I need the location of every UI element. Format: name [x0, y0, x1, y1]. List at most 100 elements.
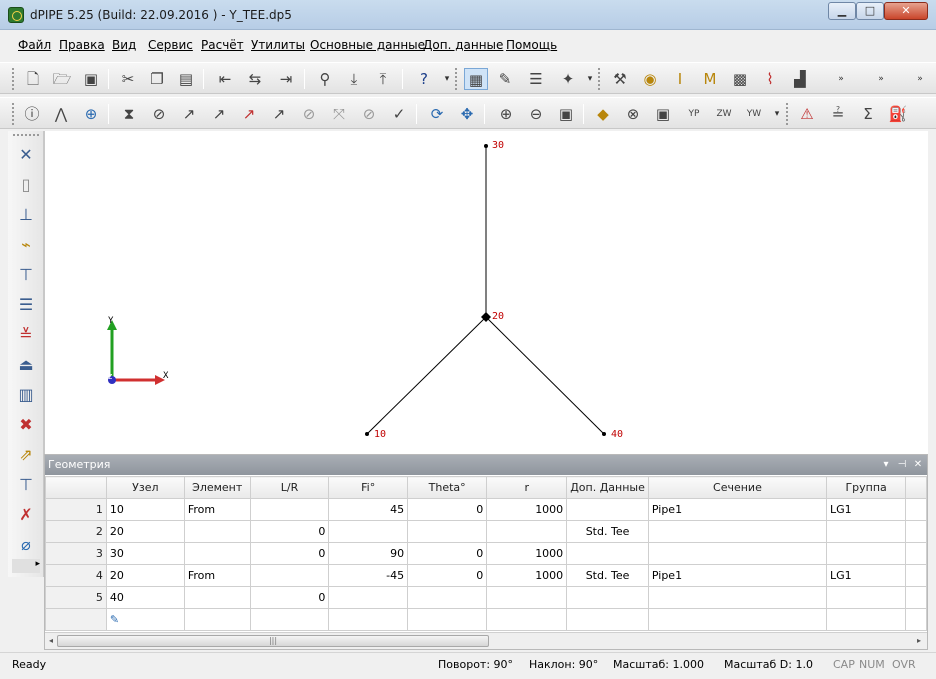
col-header-section[interactable]: Сечение [647, 476, 828, 499]
curve-icon[interactable]: ⌇ [758, 68, 782, 90]
cell-fi[interactable]: 45 [328, 498, 409, 521]
indent-mid-icon[interactable]: ⇆ [243, 68, 267, 90]
nozzle-icon[interactable]: ⏏ [14, 353, 38, 377]
help-icon[interactable]: ? [412, 68, 436, 90]
open-file-icon[interactable]: 🗁 [50, 68, 74, 90]
menu-edit[interactable]: Правка [59, 38, 105, 52]
pencil-diag-icon[interactable]: ⊘ [147, 103, 171, 125]
cell-lr[interactable] [249, 564, 330, 587]
menu-view[interactable]: Вид [112, 38, 136, 52]
cell-group[interactable]: LG1 [825, 498, 907, 521]
cell-group[interactable] [825, 542, 907, 565]
dataset-icon[interactable]: ▩ [728, 68, 752, 90]
cell-section[interactable] [647, 586, 828, 609]
menu-calc[interactable]: Расчёт [201, 38, 244, 52]
cell-node[interactable]: 20 [105, 520, 185, 543]
diamond-icon[interactable]: ◆ [591, 103, 615, 125]
node-icon[interactable]: ⧗ [117, 103, 141, 125]
panel-pin-icon[interactable]: ⊣ [895, 458, 909, 472]
paste-icon[interactable]: ▤ [174, 68, 198, 90]
find-icon[interactable]: ⚲ [313, 68, 337, 90]
cross-icon[interactable]: ✕ [14, 143, 38, 167]
menu-main-data[interactable]: Основные данные [310, 38, 425, 52]
cell-lr[interactable]: 0 [249, 520, 330, 543]
cell-fi[interactable]: 90 [328, 542, 409, 565]
col-header-fi[interactable]: Fi° [328, 476, 409, 499]
table-cell[interactable] [486, 608, 568, 631]
cell-group[interactable]: LG1 [825, 564, 907, 587]
notes-icon[interactable]: ☰ [524, 68, 548, 90]
toolbar-grip[interactable] [12, 68, 15, 90]
cell-r[interactable] [486, 586, 568, 609]
draw-5-icon[interactable]: ⊘ [297, 103, 321, 125]
panel-close-icon[interactable]: ✕ [911, 458, 925, 472]
cell-theta[interactable]: 0 [407, 542, 488, 565]
indent-right-icon[interactable]: ⇥ [274, 68, 298, 90]
display-icon[interactable]: ▣ [651, 103, 675, 125]
toolbar-overflow-icon[interactable]: ▾ [772, 102, 782, 126]
valve-red-icon[interactable]: ✗ [14, 503, 38, 527]
toolbar-grip[interactable] [455, 68, 458, 90]
toolbar-overflow-icon[interactable]: » [836, 67, 846, 91]
pump-icon[interactable]: ⛽ [886, 103, 910, 125]
copy-icon[interactable]: ❐ [145, 68, 169, 90]
beam-icon[interactable]: Ⅰ [668, 68, 692, 90]
col-header-r[interactable]: r [486, 476, 568, 499]
table-cell[interactable] [825, 608, 907, 631]
cell-lr[interactable] [249, 498, 330, 521]
row-header[interactable]: 1 [45, 498, 107, 521]
table-cell[interactable] [566, 608, 649, 631]
cell-node[interactable]: 20 [105, 564, 185, 587]
move-icon[interactable]: ✥ [455, 103, 479, 125]
cylinder-icon[interactable]: ▯ [14, 173, 38, 197]
cell-lr[interactable]: 0 [249, 586, 330, 609]
edit-pencil-icon[interactable]: ✎ [110, 613, 119, 626]
pipe-blue-icon[interactable]: ⌀ [14, 533, 38, 557]
toolbar-grip[interactable] [12, 103, 15, 125]
table-row[interactable]: 4 20 From -45 0 1000 Std. Tee Pipe1 LG1 [45, 564, 927, 587]
cell-node[interactable]: 10 [105, 498, 185, 521]
row-header[interactable]: 4 [45, 564, 107, 587]
row-header[interactable]: 5 [45, 586, 107, 609]
draw-6-icon[interactable]: ⤧ [327, 103, 351, 125]
col-header-group[interactable]: Группа [825, 476, 907, 499]
info-icon[interactable]: ⓘ [20, 103, 44, 125]
error-check-icon[interactable]: ⚠ [795, 103, 819, 125]
query-icon[interactable]: ≟ [826, 103, 850, 125]
cell-r[interactable]: 1000 [486, 542, 568, 565]
model-canvas[interactable]: 30 20 10 40 Y X Z [44, 131, 928, 454]
cell-group[interactable] [825, 586, 907, 609]
wand-icon[interactable]: ✦ [556, 68, 580, 90]
table-cell[interactable] [407, 608, 488, 631]
menu-help[interactable]: Помощь [506, 38, 557, 52]
table-cell[interactable] [183, 608, 251, 631]
flange-icon[interactable]: ◉ [638, 68, 662, 90]
new-row-edit-cell[interactable]: ✎ [105, 608, 185, 631]
expansion-icon[interactable]: ≚ [14, 323, 38, 347]
cell-extra[interactable] [566, 542, 649, 565]
yw-icon[interactable]: YW [742, 103, 766, 125]
scroll-right-icon[interactable]: ▸ [913, 635, 925, 647]
grid-icon[interactable]: ▦ [464, 68, 488, 90]
col-header-theta[interactable]: Theta° [407, 476, 488, 499]
cell-r[interactable]: 1000 [486, 564, 568, 587]
hanger-icon[interactable]: ⇗ [14, 443, 38, 467]
cell-extra[interactable]: Std. Tee [566, 564, 649, 587]
col-header-lr[interactable]: L/R [249, 476, 330, 499]
target-icon[interactable]: ⊕ [79, 103, 103, 125]
horizontal-scrollbar[interactable]: ◂ ||| ▸ [45, 632, 927, 649]
cell-section[interactable] [647, 542, 828, 565]
draw-2-icon[interactable]: ↗ [207, 103, 231, 125]
draw-8-icon[interactable]: ✓ [387, 103, 411, 125]
tee-icon[interactable]: ⊤ [14, 263, 38, 287]
toolbar-grip[interactable] [13, 134, 39, 137]
toolbar-overflow-icon[interactable]: ▾ [585, 67, 595, 91]
flange-joint-icon[interactable]: ▥ [14, 383, 38, 407]
draw-4-icon[interactable]: ↗ [267, 103, 291, 125]
table-row[interactable]: 3 30 0 90 0 1000 [45, 542, 927, 565]
save-icon[interactable]: ▣ [79, 68, 103, 90]
maximize-button[interactable]: □ [856, 2, 884, 20]
sum-icon[interactable]: Σ [856, 103, 880, 125]
zoom-fit-icon[interactable]: ▣ [554, 103, 578, 125]
zw-icon[interactable]: ZW [712, 103, 736, 125]
